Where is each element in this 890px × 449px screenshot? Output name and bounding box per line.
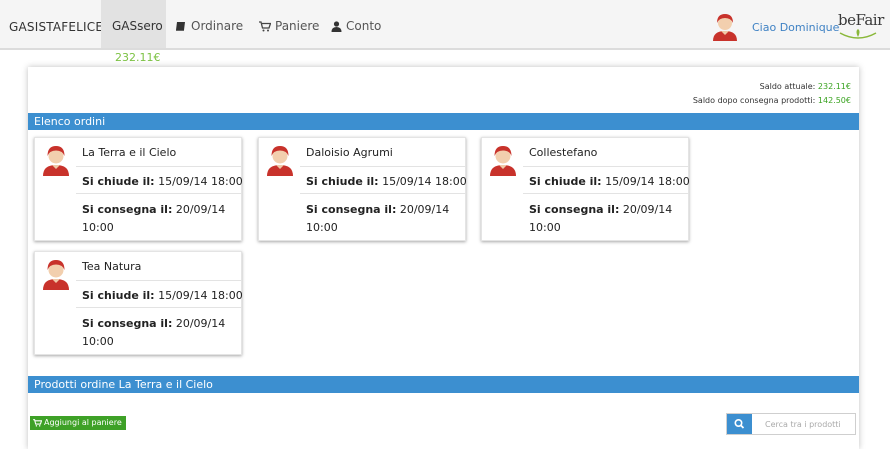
- delivers-label: Si consegna il:: [82, 203, 173, 216]
- user-greeting-link[interactable]: Ciao Dominique: [752, 21, 839, 34]
- search-icon: [734, 419, 745, 429]
- delivers-label: Si consegna il:: [306, 203, 397, 216]
- logo-text: beFair: [838, 11, 884, 29]
- supplier-name[interactable]: La Terra e il Cielo: [82, 146, 176, 159]
- closes-label: Si chiude il:: [82, 175, 155, 188]
- divider: [76, 307, 242, 308]
- order-delivers: Si consegna il: 20/09/14 10:00: [306, 201, 456, 237]
- current-balance: Saldo attuale: 232.11€: [760, 82, 851, 91]
- add-to-basket-button[interactable]: Aggiungi al paniere: [30, 416, 126, 430]
- orders-section-header: Elenco ordini: [28, 113, 859, 130]
- closes-label: Si chiude il:: [306, 175, 379, 188]
- cart-icon: [259, 20, 271, 31]
- order-delivers: Si consegna il: 20/09/14 10:00: [529, 201, 679, 237]
- balance-after-delivery: Saldo dopo consegna prodotti: 142.50€: [693, 96, 851, 105]
- main-panel: Saldo attuale: 232.11€ Saldo dopo conseg…: [28, 67, 859, 449]
- add-to-basket-label: Aggiungi al paniere: [44, 418, 122, 427]
- order-card[interactable]: Daloisio Agrumi Si chiude il: 15/09/14 1…: [258, 137, 467, 241]
- nav-item-ordinare-label: Ordinare: [191, 19, 244, 33]
- closes-value: 15/09/14 18:00: [158, 175, 243, 188]
- divider: [76, 193, 242, 194]
- supplier-avatar-icon: [43, 146, 69, 176]
- closes-value: 15/09/14 18:00: [158, 289, 243, 302]
- balance-after-delivery-value: 142.50€: [817, 96, 851, 105]
- order-delivers: Si consegna il: 20/09/14 10:00: [82, 315, 232, 351]
- user-avatar-icon[interactable]: [710, 11, 740, 41]
- cart-icon: [33, 419, 42, 427]
- divider: [300, 193, 466, 194]
- divider: [300, 166, 466, 167]
- current-balance-label: Saldo attuale:: [759, 82, 816, 91]
- supplier-name[interactable]: Collestefano: [529, 146, 597, 159]
- befair-logo: beFair: [838, 10, 884, 44]
- nav-item-conto[interactable]: Conto: [331, 19, 381, 33]
- supplier-avatar-icon: [267, 146, 293, 176]
- order-closes: Si chiude il: 15/09/14 18:00: [82, 175, 243, 188]
- nav-item-conto-label: Conto: [346, 19, 382, 33]
- order-card[interactable]: La Terra e il Cielo Si chiude il: 15/09/…: [34, 137, 243, 241]
- current-balance-value: 232.11€: [817, 82, 851, 91]
- nav-item-gassero-label: GASsero: [112, 19, 163, 33]
- order-closes: Si chiude il: 15/09/14 18:00: [82, 289, 243, 302]
- balance-after-delivery-label: Saldo dopo consegna prodotti:: [692, 96, 816, 105]
- divider: [76, 166, 242, 167]
- product-search-input[interactable]: [755, 414, 853, 434]
- navbar-balance: 232.11€: [115, 51, 161, 64]
- closes-label: Si chiude il:: [529, 175, 602, 188]
- leaf-icon: [839, 29, 877, 39]
- nav-item-paniere-label: Paniere: [275, 19, 320, 33]
- navbar: GASISTAFELICE GASsero Ordinare Paniere C…: [0, 0, 890, 50]
- delivers-label: Si consegna il:: [529, 203, 620, 216]
- book-icon: [176, 21, 185, 31]
- closes-label: Si chiude il:: [82, 289, 155, 302]
- search-button[interactable]: [727, 414, 752, 434]
- nav-item-gassero[interactable]: GASsero: [101, 0, 166, 48]
- supplier-avatar-icon: [490, 146, 516, 176]
- user-icon: [331, 20, 342, 32]
- nav-item-ordinare[interactable]: Ordinare: [175, 19, 243, 33]
- order-delivers: Si consegna il: 20/09/14 10:00: [82, 201, 232, 237]
- brand-link[interactable]: GASISTAFELICE: [9, 20, 103, 34]
- supplier-avatar-icon: [43, 260, 69, 290]
- products-section-header: Prodotti ordine La Terra e il Cielo: [28, 376, 859, 393]
- order-closes: Si chiude il: 15/09/14 18:00: [306, 175, 467, 188]
- order-card[interactable]: Tea Natura Si chiude il: 15/09/14 18:00 …: [34, 251, 243, 355]
- supplier-name[interactable]: Daloisio Agrumi: [306, 146, 393, 159]
- order-card[interactable]: Collestefano Si chiude il: 15/09/14 18:0…: [481, 137, 690, 241]
- product-search: [726, 413, 856, 435]
- closes-value: 15/09/14 18:00: [382, 175, 467, 188]
- delivers-label: Si consegna il:: [82, 317, 173, 330]
- order-closes: Si chiude il: 15/09/14 18:00: [529, 175, 690, 188]
- supplier-name[interactable]: Tea Natura: [82, 260, 141, 273]
- nav-item-paniere[interactable]: Paniere: [259, 19, 319, 33]
- divider: [523, 166, 689, 167]
- divider: [76, 280, 242, 281]
- closes-value: 15/09/14 18:00: [605, 175, 690, 188]
- divider: [523, 193, 689, 194]
